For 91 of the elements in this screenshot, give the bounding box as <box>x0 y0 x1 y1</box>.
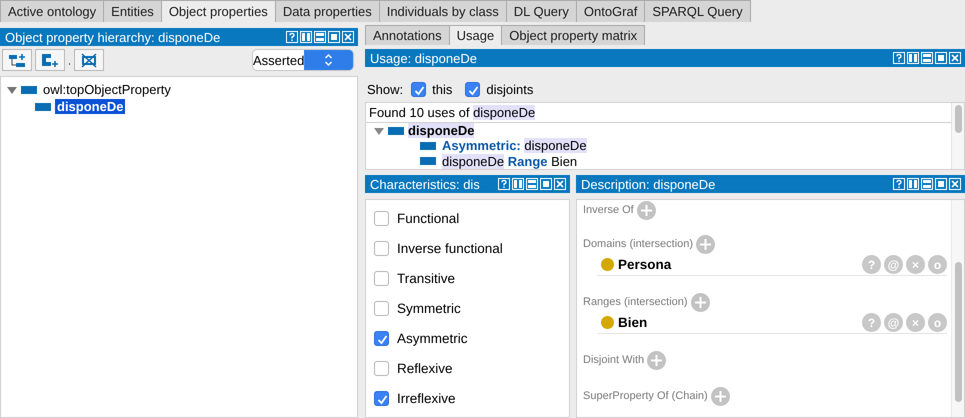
class-name: Bien <box>618 315 648 330</box>
scrollbar[interactable] <box>951 103 964 169</box>
checkbox[interactable] <box>465 82 480 96</box>
property-icon <box>388 126 404 135</box>
checkbox-label: disjoints <box>486 82 534 96</box>
tab[interactable]: Individuals by class <box>378 0 507 22</box>
tab[interactable]: DL Query <box>506 0 577 22</box>
tree-item[interactable]: disponeDe <box>55 99 126 114</box>
property-icon <box>35 102 51 110</box>
split-icon[interactable] <box>921 52 933 64</box>
plus-icon <box>694 296 706 308</box>
expand-toggle-icon[interactable] <box>374 126 384 136</box>
split-icon[interactable] <box>526 178 538 190</box>
close-icon[interactable] <box>949 52 961 64</box>
tab[interactable]: Annotations <box>365 25 450 45</box>
tab[interactable]: OntoGraf <box>576 0 646 22</box>
property-icon <box>420 142 436 150</box>
tab[interactable]: Usage <box>448 25 502 45</box>
view-title: Characteristics: dis <box>370 176 481 192</box>
show-label: Show: <box>367 82 404 96</box>
maximize-icon[interactable] <box>935 178 947 190</box>
view-title: Description: disponeDe <box>581 176 716 192</box>
tab[interactable]: Entities <box>103 0 162 22</box>
close-icon[interactable] <box>949 178 961 190</box>
split-icon[interactable] <box>921 178 933 190</box>
checkbox[interactable] <box>374 300 389 316</box>
tab[interactable]: SPARQL Query <box>644 0 751 22</box>
split-icon[interactable] <box>300 31 312 43</box>
checkbox-label: Reflexive <box>397 360 453 376</box>
checkbox-label: Asymmetric <box>397 330 468 346</box>
scrollbar[interactable] <box>951 200 964 417</box>
axiom-text: Asymmetric: disponeDe <box>442 138 587 154</box>
section-label: Domains (intersection) <box>583 238 694 250</box>
maximize-icon[interactable] <box>540 178 552 190</box>
split-icon[interactable] <box>907 178 919 190</box>
tab[interactable]: Data properties <box>274 0 380 22</box>
tab[interactable]: Object properties <box>160 0 276 22</box>
expand-toggle-icon[interactable] <box>7 84 17 94</box>
section-label: SuperProperty Of (Chain) <box>583 390 708 402</box>
checkbox-label: Irreflexive <box>397 390 456 406</box>
close-icon[interactable] <box>554 178 566 190</box>
maximize-icon[interactable] <box>935 52 947 64</box>
help-icon[interactable] <box>498 178 510 190</box>
help-icon[interactable] <box>286 31 298 43</box>
usage-summary: Found 10 uses of disponeDe <box>366 103 951 123</box>
axiom-text: disponeDe Range Bien <box>442 154 578 169</box>
section-label: Disjoint With <box>583 354 644 366</box>
checkbox-label: Inverse functional <box>397 240 503 256</box>
add-subproperty-button[interactable] <box>2 49 32 71</box>
usage-entity: disponeDe <box>408 123 474 138</box>
plus-icon <box>700 238 712 250</box>
checkbox-label: Transitive <box>397 270 456 286</box>
checkbox[interactable] <box>374 330 389 346</box>
class-icon <box>601 316 614 329</box>
split-icon[interactable] <box>512 178 524 190</box>
checkbox[interactable] <box>374 240 389 256</box>
checkbox[interactable] <box>411 82 426 96</box>
tab[interactable]: Object property matrix <box>501 25 646 45</box>
plus-icon <box>714 390 726 402</box>
checkbox[interactable] <box>374 360 389 376</box>
checkbox[interactable] <box>374 270 389 286</box>
tree-item[interactable]: owl:topObjectProperty <box>41 82 173 97</box>
sibling-add-icon <box>41 52 59 68</box>
property-icon <box>420 157 436 166</box>
help-icon[interactable] <box>893 178 905 190</box>
delete-button[interactable] <box>74 49 104 71</box>
split-icon[interactable] <box>907 52 919 64</box>
close-icon[interactable] <box>342 31 354 43</box>
hierarchy-add-icon <box>8 52 26 68</box>
maximize-icon[interactable] <box>328 31 340 43</box>
checkbox-label: Symmetric <box>397 300 461 316</box>
section-label: Inverse Of <box>583 204 634 216</box>
help-icon[interactable] <box>893 52 905 64</box>
section-label: Ranges (intersection) <box>583 296 688 308</box>
view-mode-select[interactable]: Asserted <box>252 49 354 71</box>
updown-icon <box>324 54 334 66</box>
checkbox-label: Functional <box>397 210 460 226</box>
plus-icon <box>651 354 662 366</box>
class-name: Persona <box>618 257 672 272</box>
delete-icon <box>80 52 98 68</box>
plus-icon <box>640 204 652 216</box>
tab[interactable]: Active ontology <box>0 0 104 22</box>
class-icon <box>601 258 614 271</box>
property-icon <box>21 86 37 94</box>
checkbox[interactable] <box>374 210 389 226</box>
split-icon[interactable] <box>314 31 326 43</box>
add-sibling-button[interactable] <box>35 49 65 71</box>
checkbox[interactable] <box>374 390 389 406</box>
view-title: Usage: disponeDe <box>370 50 478 66</box>
checkbox-label: this <box>432 82 452 96</box>
view-title: Object property hierarchy: disponeDe <box>5 30 222 44</box>
